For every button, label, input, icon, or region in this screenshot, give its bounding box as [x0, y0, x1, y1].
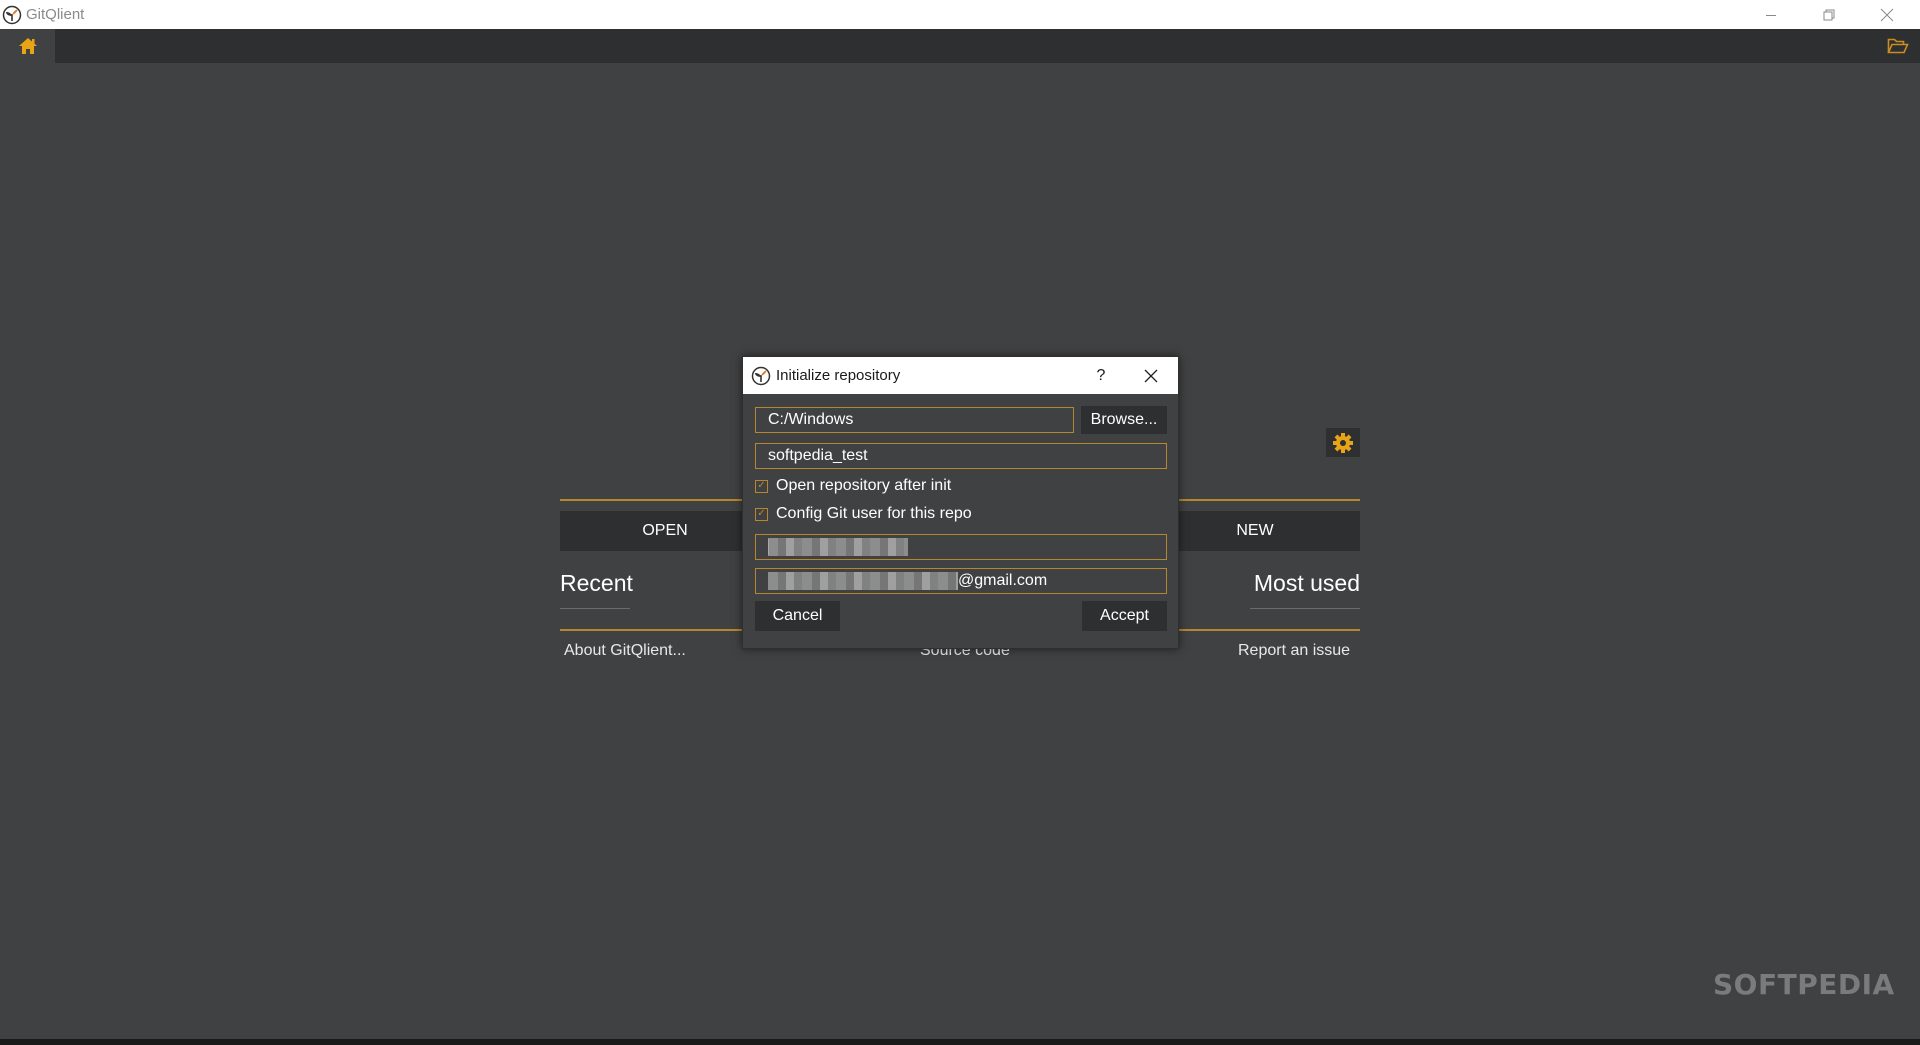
- window-titlebar: GitQlient: [0, 0, 1920, 29]
- minimize-icon: [1766, 14, 1776, 16]
- minimize-button[interactable]: [1742, 0, 1800, 29]
- open-after-init-row[interactable]: ✓ Open repository after init: [755, 477, 951, 495]
- dialog-close-button[interactable]: [1131, 357, 1171, 394]
- repo-name-value: softpedia_test: [768, 447, 868, 464]
- path-value: C:/Windows: [768, 411, 854, 428]
- gear-icon: [1333, 432, 1353, 453]
- redacted-email-local: [768, 572, 958, 590]
- settings-button[interactable]: [1326, 428, 1360, 457]
- main-toolbar: [0, 29, 1920, 63]
- git-user-name-input[interactable]: [755, 534, 1167, 560]
- recent-title: Recent: [560, 570, 633, 596]
- about-link[interactable]: About GitQlient...: [564, 642, 686, 660]
- most-used-title: Most used: [1253, 570, 1360, 596]
- close-icon: [1144, 369, 1158, 382]
- folder-open-icon: [1887, 38, 1909, 54]
- home-icon: [18, 38, 37, 54]
- app-title: GitQlient: [26, 6, 85, 23]
- open-after-init-checkbox[interactable]: ✓: [755, 479, 768, 493]
- new-button[interactable]: NEW: [1150, 511, 1360, 551]
- restore-button[interactable]: [1800, 0, 1858, 29]
- dialog-title: Initialize repository: [776, 367, 901, 384]
- gitqlient-logo-icon: [751, 366, 771, 385]
- most-used-underline: [1250, 608, 1360, 609]
- dialog-titlebar: Initialize repository ?: [743, 357, 1178, 394]
- report-issue-link[interactable]: Report an issue: [1238, 642, 1350, 660]
- redacted-user-name: [768, 538, 908, 556]
- accept-button[interactable]: Accept: [1082, 601, 1167, 631]
- email-suffix: @gmail.com: [958, 572, 1048, 589]
- help-button[interactable]: ?: [1086, 357, 1116, 394]
- restore-icon: [1823, 9, 1835, 20]
- path-input[interactable]: C:/Windows: [755, 407, 1074, 433]
- softpedia-watermark: SOFTPEDIA: [1713, 968, 1895, 1001]
- close-window-button[interactable]: [1858, 0, 1916, 29]
- initialize-repository-dialog: Initialize repository ? C:/Windows Brows…: [742, 356, 1179, 649]
- bottom-edge: [0, 1039, 1920, 1045]
- browse-button[interactable]: Browse...: [1081, 406, 1167, 434]
- gitqlient-logo-icon: [2, 5, 22, 24]
- config-git-user-label: Config Git user for this repo: [776, 505, 972, 522]
- config-git-user-checkbox[interactable]: ✓: [755, 507, 768, 521]
- open-repository-button[interactable]: [1876, 29, 1920, 63]
- recent-underline: [560, 608, 630, 609]
- home-button[interactable]: [0, 29, 55, 63]
- close-icon: [1880, 8, 1894, 21]
- config-git-user-row[interactable]: ✓ Config Git user for this repo: [755, 505, 972, 523]
- open-button[interactable]: OPEN: [560, 511, 770, 551]
- open-after-init-label: Open repository after init: [776, 477, 952, 494]
- cancel-button[interactable]: Cancel: [755, 601, 840, 631]
- repo-name-input[interactable]: softpedia_test: [755, 443, 1167, 469]
- git-user-email-input[interactable]: @gmail.com: [755, 568, 1167, 594]
